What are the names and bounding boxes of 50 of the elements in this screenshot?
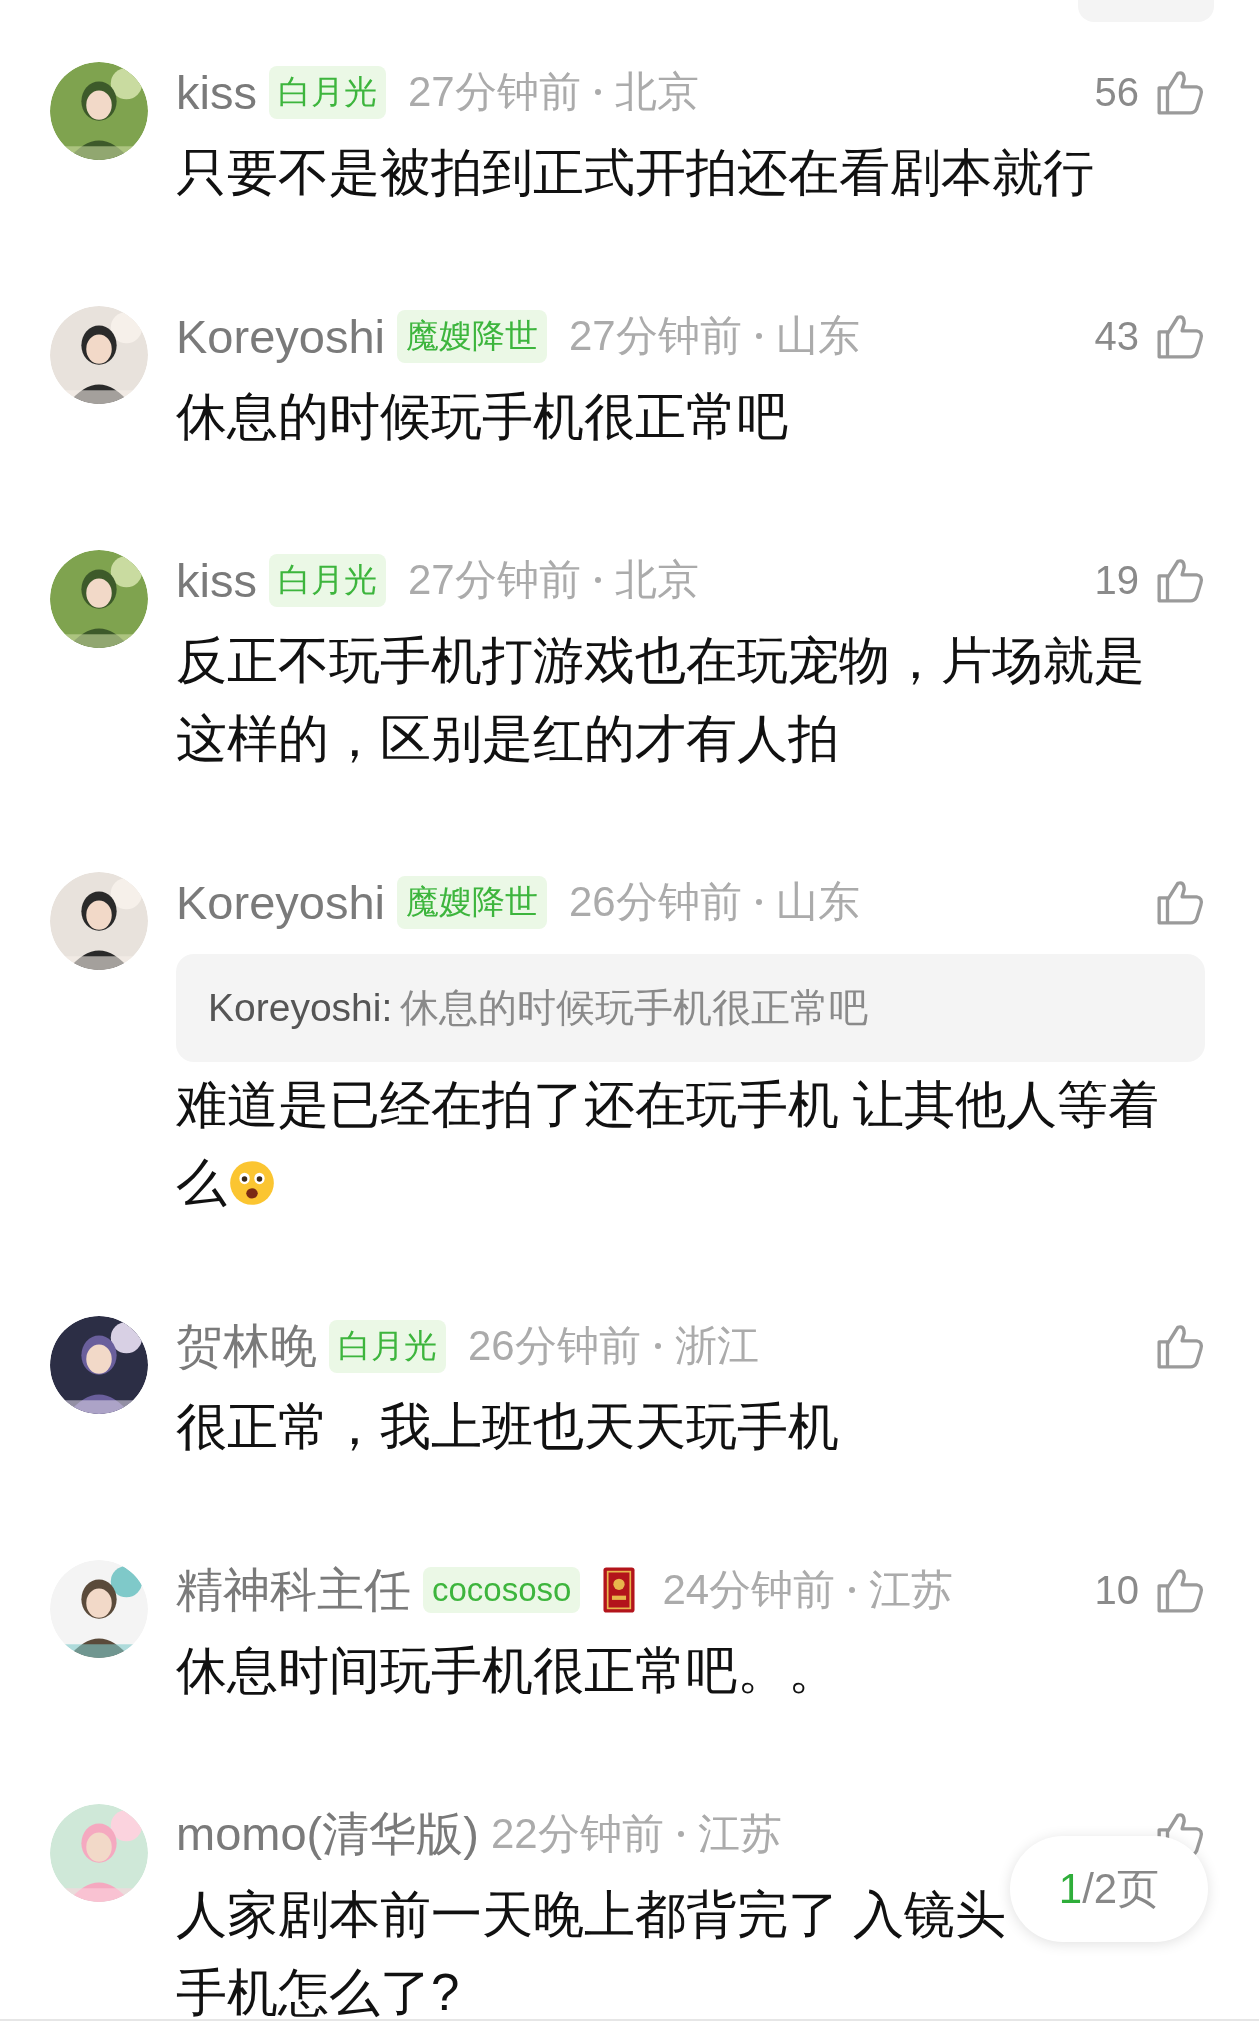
user-name[interactable]: kiss [176,64,257,120]
like-count: 43 [1094,313,1139,359]
comment-time: 27分钟前 [569,311,742,361]
user-name[interactable]: momo(清华版) [176,1802,479,1866]
comment-text: 人家剧本前一天晚上都背完了 入镜头 [176,1885,1007,1945]
fan-badge: 白月光 [268,553,386,607]
separator-dot [677,1831,684,1837]
comment-location: 北京 [614,67,699,117]
fan-badge: 魔嫂降世 [397,309,547,363]
comment-location: 江苏 [869,1565,954,1615]
comment-location: 北京 [614,555,699,605]
comment-text: 手机怎么了? [176,1963,460,2023]
comment-text: 很正常，我上班也天天玩手机 [176,1397,839,1457]
separator-dot [594,577,601,583]
fan-badge: cocososo [423,1567,581,1613]
comment-time: 22分钟前 [490,1809,664,1859]
comment-location: 山东 [775,311,860,361]
comment-text: 休息时间玩手机很正常吧。。 [176,1641,839,1701]
user-name[interactable]: 精神科主任 [176,1558,411,1622]
user-name[interactable]: 贺林晚 [176,1314,317,1378]
user-name[interactable]: kiss [176,552,257,608]
user-name[interactable]: Koreyoshi [176,308,385,364]
comment-location: 山东 [775,877,860,927]
separator-dot [654,1343,661,1349]
comment-location: 江苏 [697,1809,782,1859]
separator-dot [594,89,601,95]
comment-text: 反正不玩手机打游戏也在玩宠物，片场就是 [176,631,1145,691]
comment-time: 24分钟前 [662,1565,836,1615]
user-name[interactable]: Koreyoshi [176,874,385,930]
comment-text: 难道是已经在拍了还在玩手机 让其他人等着 [176,1075,1160,1135]
fan-badge: 白月光 [268,65,386,119]
comment-time: 27分钟前 [407,555,581,605]
comment-time: 26分钟前 [569,877,742,927]
comment-text: 么 [176,1153,227,1213]
comment-text: 休息的时候玩手机很正常吧 [176,387,788,447]
comment-time: 27分钟前 [407,67,581,117]
like-count: 10 [1094,1567,1139,1613]
fan-badge: 白月光 [329,1319,446,1373]
comment-text: 这样的，区别是红的才有人拍 [176,709,839,769]
page-indicator[interactable]: 1/2页 [1010,1836,1208,1942]
like-count: 56 [1094,69,1139,115]
comment-location: 浙江 [674,1321,759,1371]
separator-dot [755,333,762,339]
like-count: 19 [1094,557,1139,603]
separator-dot [849,1587,856,1593]
comment-time: 26分钟前 [468,1321,641,1371]
separator-dot [755,899,762,905]
fan-badge: 魔嫂降世 [397,875,547,929]
comment-text: 只要不是被拍到正式开拍还在看剧本就行 [176,143,1094,203]
quoted-comment: Koreyoshi: 休息的时候玩手机很正常吧 [176,954,1205,1062]
